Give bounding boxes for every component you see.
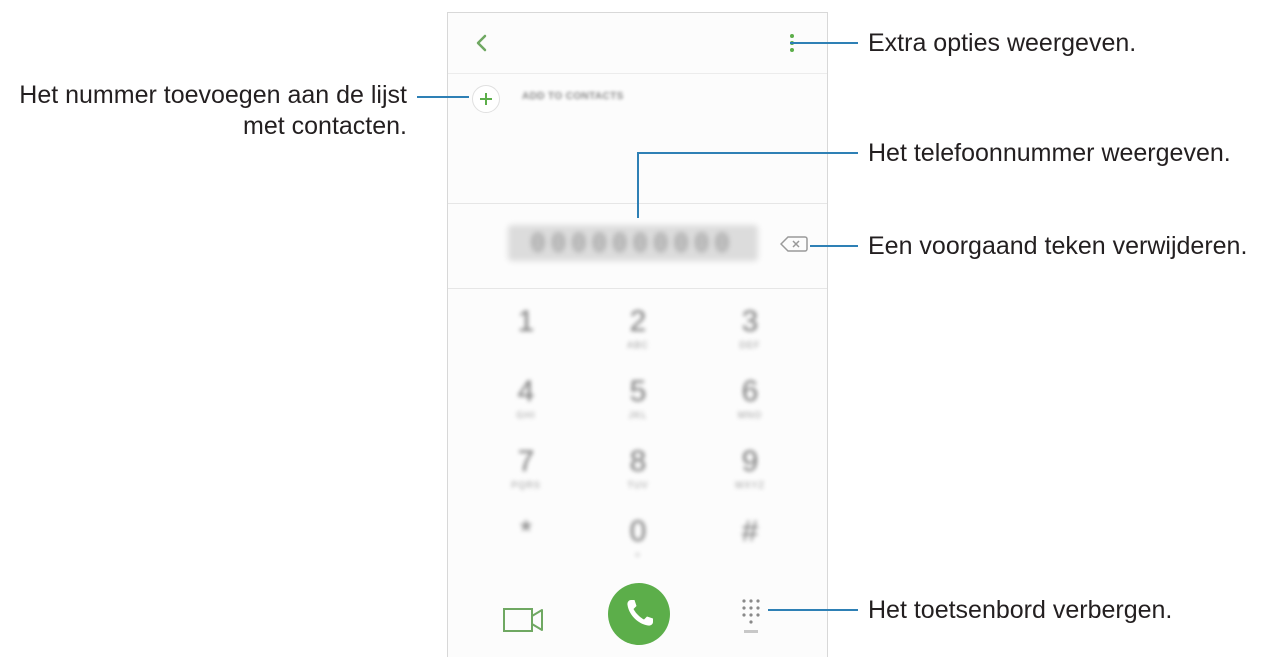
chevron-left-icon — [476, 34, 487, 52]
dial-key-0[interactable]: 0 + — [608, 515, 668, 567]
key-letters: + — [634, 550, 642, 560]
backspace-icon — [779, 236, 808, 252]
video-call-button[interactable] — [502, 605, 546, 635]
callout-line-add-contact — [417, 96, 469, 98]
key-digit: 3 — [741, 305, 759, 338]
back-button[interactable] — [472, 31, 492, 55]
key-letters: PQRS — [511, 480, 541, 490]
key-digit: 0 — [629, 515, 647, 548]
key-letters: DEF — [739, 340, 761, 350]
phone-number-text: 0000000000 — [508, 225, 758, 261]
hide-keypad-button[interactable] — [740, 597, 766, 637]
callout-add-contact-line1: Het nummer toevoegen aan de lijst — [19, 81, 407, 109]
backspace-button[interactable] — [779, 235, 808, 253]
plus-icon — [480, 93, 492, 105]
dial-key-1[interactable]: 1 — [496, 305, 556, 357]
callout-line-phone-number — [637, 152, 858, 154]
callout-line-more-options — [790, 42, 858, 44]
key-digit: 9 — [741, 445, 759, 478]
dial-key-8[interactable]: 8 TUV — [608, 445, 668, 497]
keypad-icon — [742, 599, 760, 633]
callout-line-hide-keypad — [768, 609, 858, 611]
dial-key-9[interactable]: 9 WXYZ — [720, 445, 780, 497]
key-letters: ABC — [627, 340, 649, 350]
dial-key-7[interactable]: 7 PQRS — [496, 445, 556, 497]
callout-line-phone-number-vertical — [637, 152, 639, 218]
key-letters: MNO — [738, 410, 762, 420]
callout-show-number: Het telefoonnummer weergeven. — [868, 139, 1231, 167]
key-letters: GHI — [516, 410, 536, 420]
phone-number-display[interactable]: 0000000000 — [508, 225, 758, 261]
key-letters: TUV — [627, 480, 649, 490]
phone-icon — [627, 600, 653, 626]
key-digit: * — [520, 515, 532, 548]
phone-screen: ADD TO CONTACTS 0000000000 1 2 ABC 3 DEF 4… — [447, 12, 828, 657]
key-letters: JKL — [628, 410, 648, 420]
callout-more-options: Extra opties weergeven. — [868, 29, 1137, 57]
callout-add-contact-line2: met contacten. — [243, 112, 407, 140]
dial-key-6[interactable]: 6 MNO — [720, 375, 780, 427]
add-to-contacts-label: ADD TO CONTACTS — [522, 91, 624, 102]
key-digit: 7 — [517, 445, 535, 478]
dial-key-5[interactable]: 5 JKL — [608, 375, 668, 427]
callout-delete-char: Een voorgaand teken verwijderen. — [868, 232, 1248, 260]
key-digit: 5 — [629, 375, 647, 408]
dialer-top-bar — [448, 13, 827, 74]
key-digit: 2 — [629, 305, 647, 338]
dialer-bottom-bar — [448, 583, 827, 657]
key-letters: WXYZ — [735, 480, 765, 490]
key-digit: 8 — [629, 445, 647, 478]
key-digit: 6 — [741, 375, 759, 408]
divider — [448, 288, 827, 289]
add-contact-button[interactable] — [472, 85, 500, 113]
key-digit: 4 — [517, 375, 535, 408]
key-digit: # — [741, 515, 759, 548]
dial-key-4[interactable]: 4 GHI — [496, 375, 556, 427]
video-call-icon — [503, 608, 543, 632]
callout-hide-keypad: Het toetsenbord verbergen. — [868, 596, 1173, 624]
callout-line-backspace — [810, 245, 858, 247]
dial-key-2[interactable]: 2 ABC — [608, 305, 668, 357]
key-digit: 1 — [517, 305, 535, 338]
call-button[interactable] — [608, 583, 670, 645]
dial-key-star[interactable]: * — [496, 515, 556, 567]
dial-key-hash[interactable]: # — [720, 515, 780, 567]
dial-key-3[interactable]: 3 DEF — [720, 305, 780, 357]
add-to-contacts-row[interactable]: ADD TO CONTACTS — [448, 81, 827, 115]
